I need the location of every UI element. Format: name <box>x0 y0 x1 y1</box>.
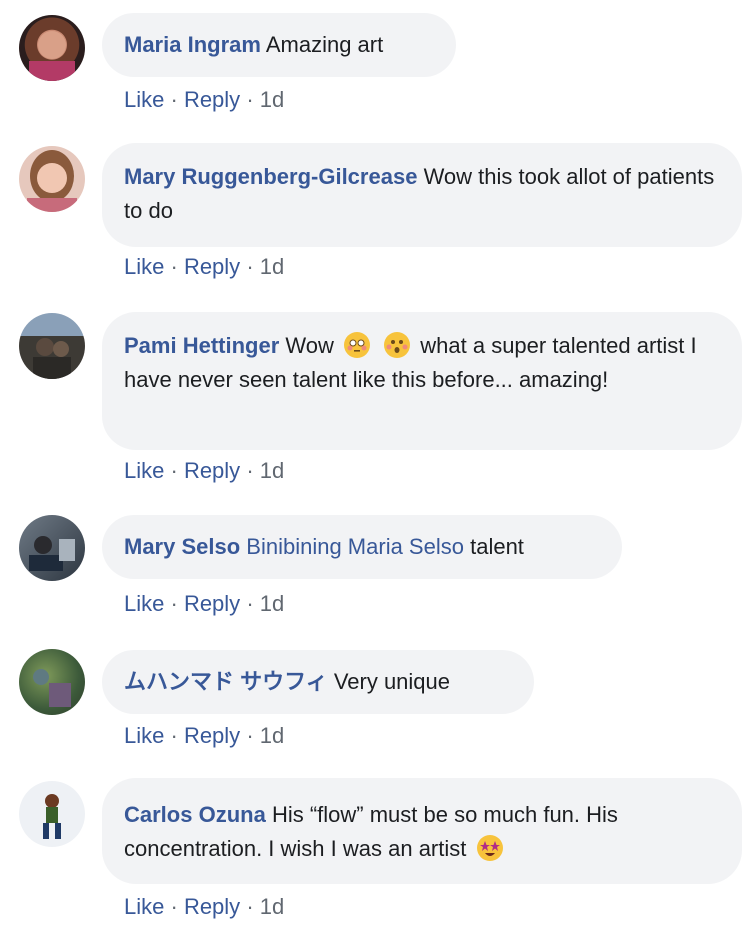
comment-timestamp[interactable]: 1d <box>260 894 284 919</box>
comment-author[interactable]: ムハンマド サウフィ <box>124 669 328 694</box>
separator: · <box>170 894 178 919</box>
reply-link[interactable]: Reply <box>184 458 240 483</box>
separator: · <box>170 723 178 748</box>
comment-text: talent <box>470 534 524 559</box>
avatar-photo <box>27 150 77 212</box>
comment-actions: Like · Reply · 1d <box>124 723 284 749</box>
comment-timestamp[interactable]: 1d <box>260 458 284 483</box>
comment-bubble: Pami Hettinger Wow what a super talented… <box>102 312 742 450</box>
avatar-photo <box>33 669 71 707</box>
comment-author[interactable]: Mary Ruggenberg-Gilcrease <box>124 164 417 189</box>
reply-link[interactable]: Reply <box>184 591 240 616</box>
hushed-face-icon <box>384 332 411 358</box>
avatar-photo <box>43 794 61 839</box>
like-link[interactable]: Like <box>124 87 164 112</box>
comment-author[interactable]: Mary Selso <box>124 534 240 559</box>
avatar[interactable] <box>19 15 85 81</box>
separator: · <box>246 723 254 748</box>
avatar[interactable] <box>19 146 85 212</box>
comment-actions: Like · Reply · 1d <box>124 894 284 920</box>
like-link[interactable]: Like <box>124 254 164 279</box>
comment-bubble: Maria Ingram Amazing art <box>102 13 456 77</box>
avatar-photo <box>29 31 75 81</box>
comment-bubble: Mary Ruggenberg-Gilcrease Wow this took … <box>102 143 742 247</box>
comment-timestamp[interactable]: 1d <box>260 87 284 112</box>
separator: · <box>170 87 178 112</box>
comment-bubble: ムハンマド サウフィ Very unique <box>102 650 534 714</box>
like-link[interactable]: Like <box>124 894 164 919</box>
separator: · <box>170 591 178 616</box>
comment-mention[interactable]: Binibining Maria Selso <box>246 534 464 559</box>
separator: · <box>246 87 254 112</box>
comment-actions: Like · Reply · 1d <box>124 87 284 113</box>
reply-link[interactable]: Reply <box>184 254 240 279</box>
avatar[interactable] <box>19 649 85 715</box>
reply-link[interactable]: Reply <box>184 87 240 112</box>
star-struck-face-icon <box>476 835 503 861</box>
avatar[interactable] <box>19 313 85 379</box>
like-link[interactable]: Like <box>124 591 164 616</box>
comment-author[interactable]: Carlos Ozuna <box>124 802 266 827</box>
separator: · <box>246 254 254 279</box>
avatar-photo <box>33 338 71 379</box>
comment-actions: Like · Reply · 1d <box>124 591 284 617</box>
avatar-photo <box>29 536 75 571</box>
flushed-face-icon <box>344 332 371 358</box>
comment-text: Very unique <box>333 669 451 694</box>
comment-author[interactable]: Maria Ingram <box>124 32 261 57</box>
like-link[interactable]: Like <box>124 723 164 748</box>
separator: · <box>170 458 178 483</box>
separator: · <box>246 591 254 616</box>
comment-timestamp[interactable]: 1d <box>260 723 284 748</box>
like-link[interactable]: Like <box>124 458 164 483</box>
comment-bubble: Carlos Ozuna His “flow” must be so much … <box>102 778 742 884</box>
separator: · <box>246 458 254 483</box>
comment-text: Amazing art <box>265 32 384 57</box>
comment-timestamp[interactable]: 1d <box>260 591 284 616</box>
comment-bubble: Mary Selso Binibining Maria Selso talent <box>102 515 622 579</box>
comment-text-before: Wow <box>285 333 334 358</box>
comment-actions: Like · Reply · 1d <box>124 458 284 484</box>
comment-author[interactable]: Pami Hettinger <box>124 333 279 358</box>
separator: · <box>170 254 178 279</box>
avatar[interactable] <box>19 515 85 581</box>
reply-link[interactable]: Reply <box>184 894 240 919</box>
avatar[interactable] <box>19 781 85 847</box>
comment-timestamp[interactable]: 1d <box>260 254 284 279</box>
reply-link[interactable]: Reply <box>184 723 240 748</box>
separator: · <box>246 894 254 919</box>
comment-actions: Like · Reply · 1d <box>124 254 284 280</box>
